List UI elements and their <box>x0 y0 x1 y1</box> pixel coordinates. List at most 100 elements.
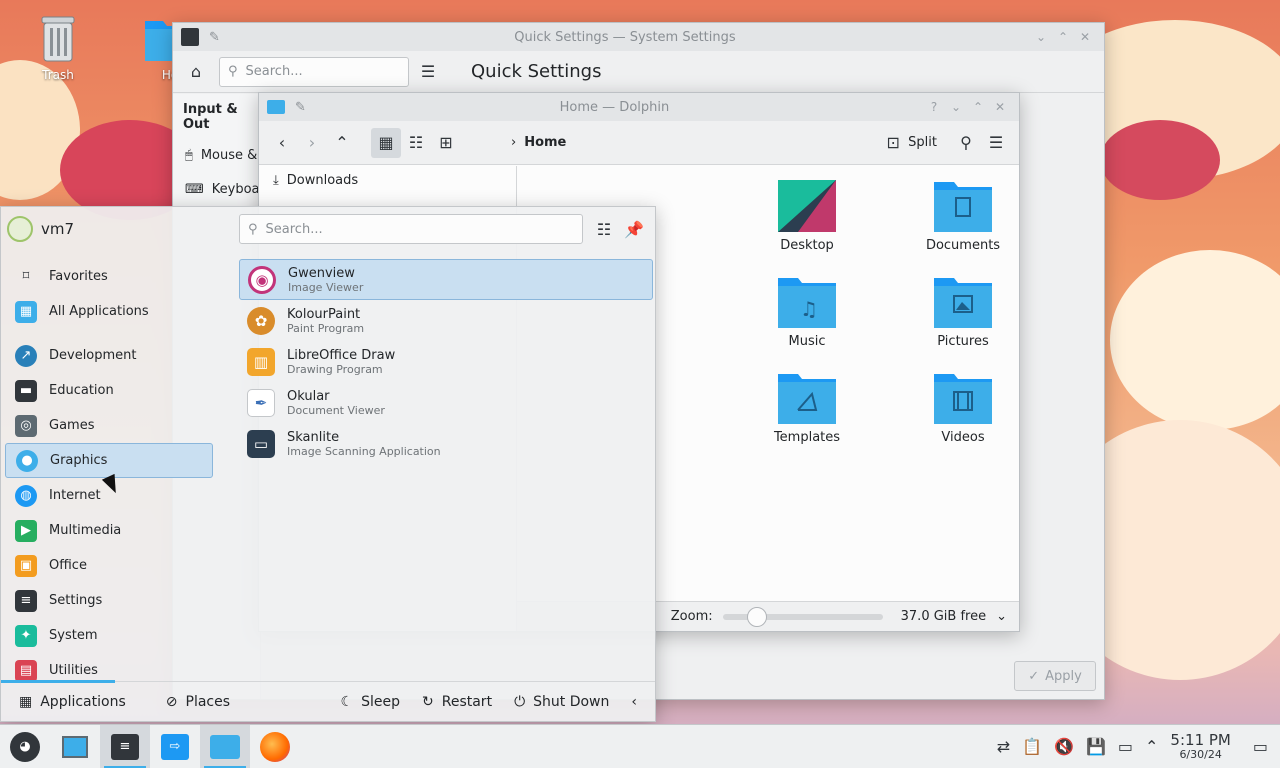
window-title: Home — Dolphin <box>559 99 670 115</box>
tree-view-icon[interactable]: ⊞ <box>431 128 461 158</box>
category-system[interactable]: ✦ System <box>5 618 213 653</box>
show-desktop-button[interactable] <box>50 725 100 768</box>
gwenview-icon: ◉ <box>248 265 276 294</box>
help-icon[interactable]: ? <box>923 100 945 114</box>
mouse-icon: 🖱 <box>185 147 193 163</box>
category-office[interactable]: ▣ Office <box>5 548 213 583</box>
shutdown-button[interactable]: ⏻ Shut Down <box>506 687 617 717</box>
launcher-button[interactable]: ◕ <box>0 725 50 768</box>
category-development[interactable]: ↗ Development <box>5 338 213 373</box>
icons-view-icon[interactable]: ▦ <box>371 127 401 158</box>
peek-desktop-icon[interactable]: ▭ <box>1253 737 1268 756</box>
chevron-up-icon[interactable]: ⌃ <box>1145 737 1158 756</box>
zoom-slider-handle[interactable] <box>746 606 767 627</box>
pin-icon[interactable]: 📌 <box>619 214 649 244</box>
tab-places[interactable]: ⊘ Places <box>158 687 238 717</box>
network-icon[interactable]: ⇄ <box>997 737 1010 756</box>
user-info[interactable]: vm7 <box>7 216 239 242</box>
system-tray: ⇄ 📋 🔇 💾 ▭ ⌃ 5:11 PM 6/30/24 ▭ <box>997 730 1280 760</box>
details-view-icon[interactable]: ☷ <box>401 128 431 158</box>
sidebar-item-keyboard[interactable]: ⌨ Keyboar <box>173 172 260 206</box>
close-icon[interactable]: ✕ <box>989 100 1011 114</box>
discover-icon: ⇨ <box>161 733 189 760</box>
app-okular[interactable]: ✒ Okular Document Viewer <box>239 382 653 423</box>
maximize-icon[interactable]: ⌃ <box>967 100 989 114</box>
taskbar-firefox[interactable] <box>250 725 300 768</box>
up-icon[interactable]: ⌃ <box>327 128 357 158</box>
category-education[interactable]: ▬ Education <box>5 373 213 408</box>
category-label: All Applications <box>49 304 149 319</box>
folder-label: Templates <box>773 430 841 445</box>
sidebar-item-mouse[interactable]: 🖱 Mouse & <box>173 138 260 172</box>
settings-toolbar: ⌂ ⚲ Search... ☰ Quick Settings <box>173 51 1104 93</box>
category-label: Office <box>49 558 87 573</box>
application-launcher: vm7 ⚲ Search... ☷ 📌 ⌑ Favorites ▦ All Appl… <box>0 206 656 722</box>
restart-button[interactable]: ↻ Restart <box>414 687 500 717</box>
volume-muted-icon[interactable]: 🔇 <box>1054 737 1074 756</box>
hamburger-menu-icon[interactable]: ☰ <box>981 128 1011 158</box>
sleep-button[interactable]: ☾ Sleep <box>333 687 408 717</box>
home-icon[interactable]: ⌂ <box>181 57 211 87</box>
split-icon[interactable]: ⊡ <box>878 128 908 158</box>
zoom-slider[interactable] <box>722 606 883 627</box>
forward-icon[interactable]: › <box>297 128 327 158</box>
breadcrumb[interactable]: Home <box>524 135 566 150</box>
app-libreoffice-draw[interactable]: ▥ LibreOffice Draw Drawing Program <box>239 341 653 382</box>
launcher-header: vm7 ⚲ Search... ☷ 📌 <box>1 207 655 251</box>
search-icon[interactable]: ⚲ <box>951 128 981 158</box>
display-icon[interactable]: ▭ <box>1118 737 1133 756</box>
category-all-applications[interactable]: ▦ All Applications <box>5 294 213 329</box>
folder-music[interactable]: ♫ Music <box>747 276 867 349</box>
apply-button[interactable]: ✓ Apply <box>1014 661 1096 691</box>
search-icon: ⚲ <box>248 221 258 237</box>
free-space-label[interactable]: 37.0 GiB free <box>901 609 986 624</box>
folder-app-icon <box>267 100 285 114</box>
minimize-icon[interactable]: ⌄ <box>945 100 967 114</box>
search-input[interactable]: ⚲ Search... <box>219 56 409 87</box>
chevron-down-icon[interactable]: ⌄ <box>996 609 1007 624</box>
taskbar-dolphin[interactable] <box>200 724 250 768</box>
configure-icon[interactable]: ☷ <box>589 214 619 244</box>
taskbar-discover[interactable]: ⇨ <box>150 725 200 768</box>
more-options-button[interactable]: ‹ <box>623 687 645 717</box>
category-settings[interactable]: ≡ Settings <box>5 583 213 618</box>
category-label: Favorites <box>49 269 108 284</box>
launcher-search-input[interactable]: ⚲ Search... <box>239 214 583 244</box>
storage-icon[interactable]: 💾 <box>1086 737 1106 756</box>
split-button[interactable]: Split <box>908 135 937 150</box>
education-icon: ▬ <box>15 379 37 402</box>
category-graphics[interactable]: ● Graphics <box>5 443 213 478</box>
firefox-icon <box>260 731 290 762</box>
category-games[interactable]: ◎ Games <box>5 408 213 443</box>
back-icon[interactable]: ‹ <box>267 128 297 158</box>
desktop-icon-trash[interactable]: Trash <box>22 10 94 82</box>
clock[interactable]: 5:11 PM 6/30/24 <box>1170 730 1231 760</box>
taskbar-panel: ◕ ≡ ⇨ ⇄ 📋 🔇 💾 ▭ ⌃ 5:11 PM 6/30/24 ▭ <box>0 724 1280 768</box>
pin-icon[interactable]: ✎ <box>295 100 306 115</box>
folder-documents[interactable]: Documents <box>903 180 1023 253</box>
folder-templates[interactable]: Templates <box>747 372 867 445</box>
taskbar-system-settings[interactable]: ≡ <box>100 724 150 768</box>
places-item-downloads[interactable]: ⤓ Downloads <box>259 166 516 194</box>
category-favorites[interactable]: ⌑ Favorites <box>5 259 213 294</box>
app-skanlite[interactable]: ▭ Skanlite Image Scanning Application <box>239 423 653 464</box>
maximize-icon[interactable]: ⌃ <box>1052 30 1074 44</box>
pin-icon[interactable]: ✎ <box>209 30 220 45</box>
minimize-icon[interactable]: ⌄ <box>1030 30 1052 44</box>
desktop-icon <box>62 735 88 758</box>
folder-videos[interactable]: Videos <box>903 372 1023 445</box>
app-gwenview[interactable]: ◉ Gwenview Image Viewer <box>239 259 653 300</box>
sidebar-item-label: Mouse & <box>200 147 258 163</box>
documents-folder-icon <box>934 180 992 232</box>
hamburger-menu-icon[interactable]: ☰ <box>413 57 443 87</box>
close-icon[interactable]: ✕ <box>1074 30 1096 44</box>
folder-desktop[interactable]: Desktop <box>747 180 867 253</box>
category-label: Games <box>49 418 95 433</box>
app-kolourpaint[interactable]: ✿ KolourPaint Paint Program <box>239 300 653 341</box>
folder-pictures[interactable]: Pictures <box>903 276 1023 349</box>
clipboard-icon[interactable]: 📋 <box>1022 737 1042 756</box>
category-multimedia[interactable]: ▶ Multimedia <box>5 513 213 548</box>
button-label: Sleep <box>361 693 400 710</box>
clock-time: 5:11 PM <box>1170 730 1231 749</box>
tab-applications[interactable]: ▦ Applications <box>11 687 134 717</box>
